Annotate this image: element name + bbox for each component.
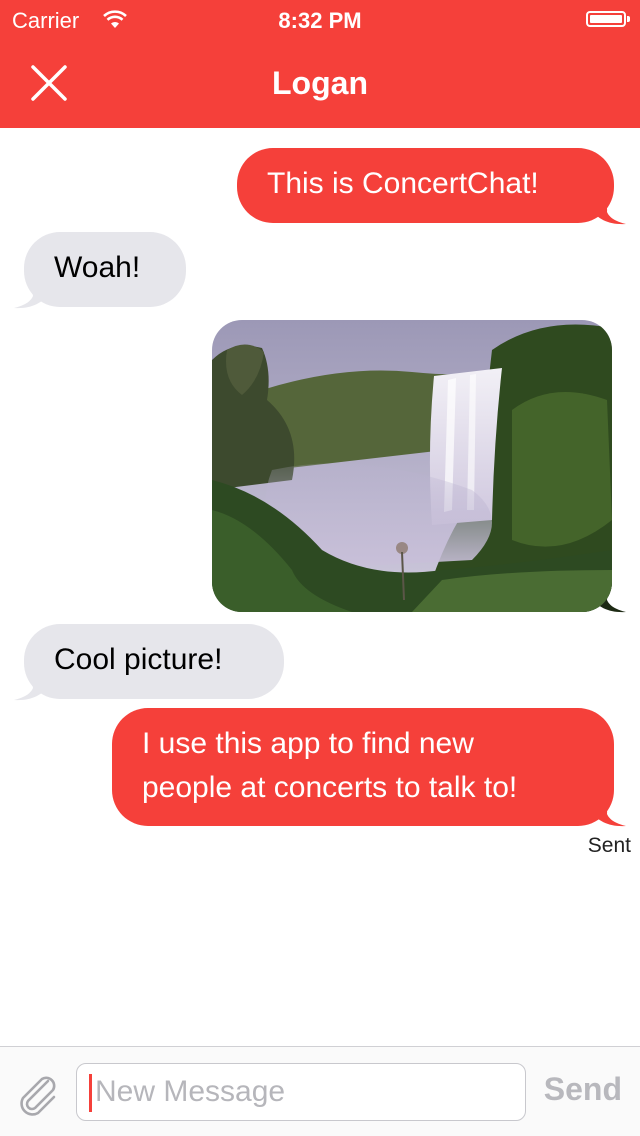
message-input[interactable] [93, 1070, 517, 1114]
message-text-line: people at concerts to talk to! [142, 771, 518, 804]
message-photo[interactable] [212, 320, 612, 612]
message-composer: Send [0, 1046, 640, 1136]
message-input-field[interactable] [76, 1063, 526, 1121]
send-button[interactable]: Send [544, 1071, 622, 1108]
waterfall-photo-image [212, 320, 612, 612]
nav-bar: Logan [0, 40, 640, 128]
message-bubble-outgoing[interactable]: This is ConcertChat! [237, 148, 614, 223]
message-bubble-incoming[interactable]: Cool picture! [24, 624, 284, 699]
message-text-line: I use this app to find new [142, 727, 474, 760]
message-text: Cool picture! [54, 643, 223, 676]
status-time: 8:32 PM [278, 8, 362, 33]
status-bar: Carrier 8:32 PM [0, 0, 640, 40]
conversation-title: Logan [272, 65, 368, 101]
text-cursor [89, 1074, 92, 1112]
message-text: This is ConcertChat! [267, 167, 539, 200]
battery-icon [586, 11, 630, 27]
message-bubble-incoming[interactable]: Woah! [24, 232, 186, 307]
message-bubble-outgoing[interactable]: I use this app to find new people at con… [112, 708, 614, 826]
delivery-status: Sent [587, 834, 631, 857]
paperclip-icon[interactable] [14, 1071, 62, 1119]
message-text: Woah! [54, 251, 141, 284]
